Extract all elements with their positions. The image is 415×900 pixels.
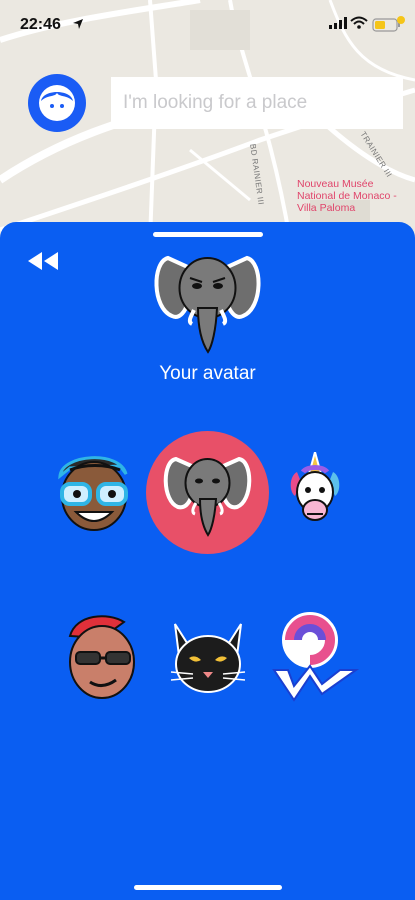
sheet-drag-handle[interactable] [153, 232, 263, 237]
avatar-option-elephant-selected[interactable] [146, 431, 269, 554]
avatar-option-logo[interactable] [270, 610, 360, 706]
location-arrow-icon [73, 19, 83, 29]
home-indicator [134, 885, 282, 890]
cellular-signal-icon [329, 17, 347, 29]
profile-avatar-button[interactable] [28, 74, 86, 132]
status-time: 22:46 [20, 16, 61, 33]
map-poi-label[interactable]: Nouveau Musée National de Monaco - Villa… [297, 178, 407, 214]
place-search-input[interactable] [111, 77, 403, 129]
rewind-icon[interactable] [26, 250, 60, 272]
status-bar: 22:46 [0, 0, 415, 48]
avatar-option-mohawk-guy[interactable] [62, 612, 142, 702]
avatar-picker-sheet: Your avatar [0, 222, 415, 900]
battery-icon [372, 16, 405, 32]
face-icon [39, 85, 75, 121]
avatar-option-black-cat[interactable] [163, 616, 253, 700]
wifi-icon [350, 16, 368, 29]
avatar-option-unicorn[interactable] [285, 452, 345, 532]
selected-elephant-avatar [154, 255, 261, 354]
elephant-icon [163, 456, 252, 537]
selected-avatar-label: Your avatar [159, 363, 256, 384]
avatar-option-glasses-guy[interactable] [50, 446, 140, 536]
